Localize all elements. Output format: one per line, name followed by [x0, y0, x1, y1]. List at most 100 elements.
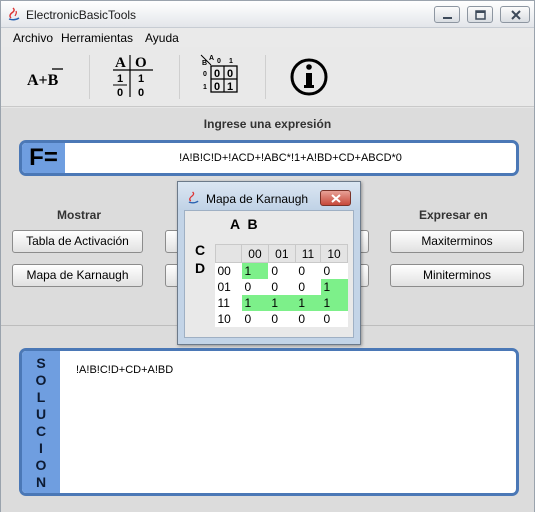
corner-header	[215, 244, 242, 263]
menu-bar: Archivo Herramientas Ayuda	[1, 28, 534, 47]
maximize-icon	[475, 10, 486, 20]
solution-text: !A!B!C!D+CD+A!BD	[76, 364, 174, 376]
cd-label-c: C	[194, 242, 206, 258]
map-cell[interactable]: 1	[241, 262, 269, 279]
close-button[interactable]	[500, 6, 530, 23]
svg-text:1: 1	[117, 73, 123, 85]
solucion-letter: L	[36, 389, 46, 405]
dialog-title: Mapa de Karnaugh	[206, 192, 309, 206]
map-cell[interactable]: 1	[268, 294, 296, 311]
menu-archivo[interactable]: Archivo	[13, 31, 53, 45]
solucion-letter: I	[39, 440, 43, 456]
karnaugh-rows: 00 1 0 0 0 01 0 0 0 1 11 1 1 1 1 10 0 0 …	[215, 262, 348, 327]
svg-text:0: 0	[203, 71, 207, 78]
info-button[interactable]	[283, 51, 335, 103]
maximize-button[interactable]	[467, 6, 493, 23]
expression-field[interactable]: F= !A!B!C!D+!ACD+!ABC*!1+A!BD+CD+ABCD*0	[19, 140, 519, 176]
maxiterminos-button[interactable]: Maxiterminos	[390, 230, 524, 253]
table-row: 10 0 0 0 0	[215, 310, 348, 327]
dialog-title-bar[interactable]: Mapa de Karnaugh	[178, 182, 360, 210]
svg-text:0: 0	[214, 68, 220, 80]
minimize-icon	[443, 17, 452, 19]
minimize-button[interactable]	[434, 6, 460, 23]
cd-label-d: D	[194, 260, 206, 276]
svg-text:1: 1	[138, 73, 144, 85]
expression-input[interactable]: !A!B!C!D+!ACD+!ABC*!1+A!BD+CD+ABCD*0	[65, 143, 516, 173]
ab-label: A B	[230, 216, 260, 232]
solucion-letter: C	[35, 423, 47, 439]
row-header: 11	[215, 294, 242, 311]
svg-text:1: 1	[203, 84, 207, 91]
expression-prompt: Ingrese una expresión	[203, 117, 332, 131]
map-cell[interactable]: 1	[241, 294, 269, 311]
close-icon	[331, 194, 341, 203]
solucion-letter: O	[35, 372, 47, 388]
karnaugh-map-icon: A B 0 1 0 1 0 0 0 1	[200, 54, 238, 93]
mapa-karnaugh-button[interactable]: Mapa de Karnaugh	[12, 264, 143, 287]
row-header: 01	[215, 278, 242, 295]
menu-ayuda[interactable]: Ayuda	[145, 31, 179, 45]
map-cell[interactable]: 0	[295, 279, 320, 295]
svg-text:0: 0	[227, 68, 233, 80]
toolbar-separator	[179, 55, 180, 99]
truth-table-button[interactable]: A O 1 1 0 0	[107, 51, 159, 103]
dialog-close-button[interactable]	[320, 190, 351, 206]
miniterminos-button[interactable]: Miniterminos	[390, 264, 524, 287]
tabla-activacion-button[interactable]: Tabla de Activación	[12, 230, 143, 253]
map-cell[interactable]: 0	[295, 311, 320, 327]
toolbar-separator	[89, 55, 90, 99]
map-cell[interactable]: 1	[295, 294, 321, 311]
f-label: F=	[22, 143, 65, 173]
map-cell[interactable]: 0	[268, 311, 295, 327]
map-cell[interactable]: 0	[242, 311, 269, 327]
table-row: 11 1 1 1 1	[215, 294, 348, 311]
svg-text:A: A	[115, 55, 126, 71]
map-cell[interactable]: 1	[320, 294, 348, 311]
solucion-label: S O L U C I O N	[22, 351, 60, 493]
karnaugh-body: A B C D 00 01 11 10 00 1 0 0 0 01 0 0 0 …	[184, 210, 354, 338]
svg-text:0: 0	[138, 87, 144, 99]
solucion-letter: O	[35, 457, 47, 473]
svg-text:A+B: A+B	[27, 72, 59, 89]
window-title: ElectronicBasicTools	[26, 8, 137, 22]
karnaugh-table: 00 01 11 10 00 1 0 0 0 01 0 0 0 1 11 1 1…	[215, 244, 348, 327]
table-row: 00 1 0 0 0	[215, 262, 348, 279]
svg-text:0: 0	[217, 58, 221, 65]
boolean-expression-button[interactable]: A+B	[19, 51, 71, 103]
info-icon	[290, 58, 328, 96]
karnaugh-map-button[interactable]: A B 0 1 0 1 0 0 0 1	[195, 51, 247, 103]
expresar-label: Expresar en	[419, 208, 488, 222]
solution-box: S O L U C I O N !A!B!C!D+CD+A!BD	[19, 348, 519, 496]
svg-text:O: O	[135, 55, 147, 71]
svg-text:1: 1	[227, 81, 233, 93]
map-cell[interactable]: 0	[268, 279, 295, 295]
karnaugh-dialog[interactable]: Mapa de Karnaugh A B C D 00 01 11 10 00 …	[177, 181, 361, 345]
map-cell[interactable]: 0	[242, 279, 269, 295]
map-cell[interactable]: 0	[268, 263, 295, 279]
map-cell[interactable]: 1	[320, 278, 348, 295]
mostrar-label: Mostrar	[57, 208, 102, 222]
svg-text:B: B	[202, 60, 207, 67]
svg-text:0: 0	[214, 81, 220, 93]
svg-text:0: 0	[117, 87, 123, 99]
column-header: 00	[241, 244, 269, 263]
solucion-letter: U	[35, 406, 47, 422]
a-plus-b-bar-icon: A+B	[27, 68, 63, 89]
title-bar: ElectronicBasicTools	[1, 1, 534, 28]
cd-label: C D	[193, 241, 207, 277]
svg-text:1: 1	[229, 58, 233, 65]
close-icon	[511, 10, 521, 20]
solucion-letter: S	[36, 355, 46, 371]
column-header: 10	[320, 244, 348, 263]
map-cell[interactable]: 0	[321, 263, 348, 279]
table-row: 01 0 0 0 1	[215, 278, 348, 295]
solucion-letter: N	[35, 474, 47, 490]
java-app-icon	[8, 7, 20, 21]
column-header: 11	[294, 244, 322, 263]
toolbar-separator	[265, 55, 266, 99]
column-header: 01	[267, 244, 296, 263]
map-cell[interactable]: 0	[295, 263, 320, 279]
menu-herramientas[interactable]: Herramientas	[61, 31, 133, 45]
toolbar: A+B A O 1 1 0 0 A B 0 1 0 1 0 0 0 1	[1, 47, 534, 107]
map-cell[interactable]: 0	[321, 311, 348, 327]
